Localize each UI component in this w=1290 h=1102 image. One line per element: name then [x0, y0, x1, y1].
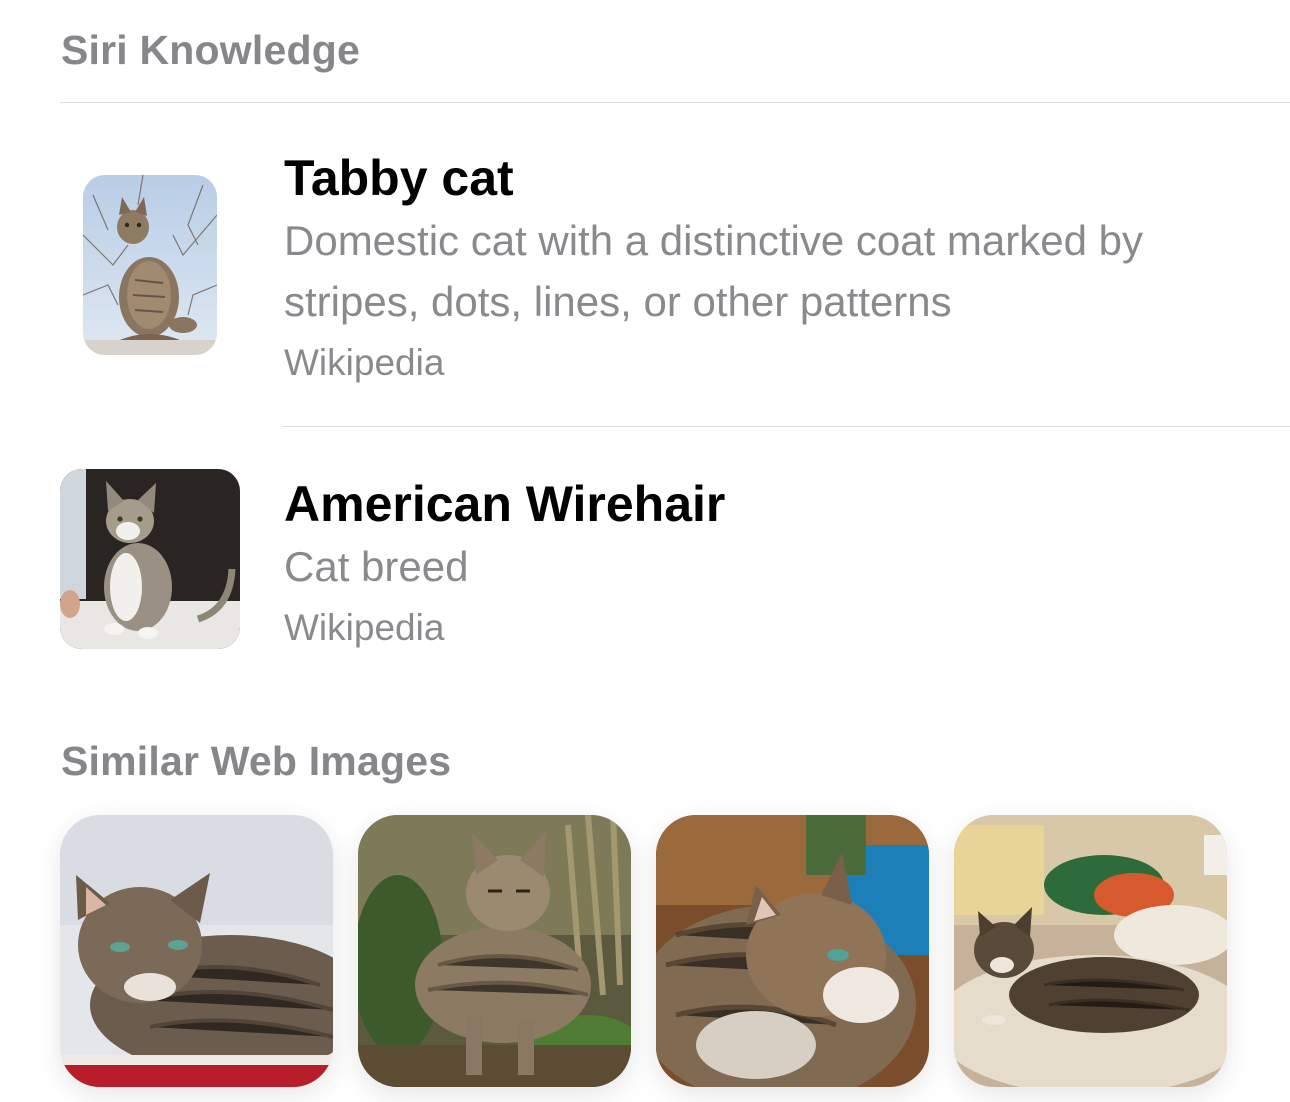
result-description: Domestic cat with a distinctive coat mar… — [284, 217, 1143, 325]
web-image-photo — [656, 815, 929, 1087]
web-image-4[interactable] — [954, 815, 1227, 1087]
american-wirehair-photo — [60, 469, 240, 649]
section-header-similar-web-images: Similar Web Images — [61, 738, 452, 784]
section-header-siri-knowledge: Siri Knowledge — [61, 27, 360, 73]
result-source: Wikipedia — [284, 607, 445, 648]
web-image-photo — [358, 815, 631, 1087]
result-row-american-wirehair[interactable]: American Wirehair Cat breed Wikipedia — [0, 455, 1290, 665]
result-thumbnail — [83, 175, 217, 355]
tabby-cat-photo — [83, 175, 217, 355]
result-title: Tabby cat — [284, 150, 514, 206]
web-image-photo — [954, 815, 1227, 1087]
similar-web-images-strip — [60, 815, 1290, 1087]
web-image-photo — [60, 815, 333, 1087]
visual-lookup-results: Siri Knowledge Tabby cat Domestic cat wi… — [0, 0, 1290, 1102]
result-row-tabby-cat[interactable]: Tabby cat Domestic cat with a distinctiv… — [0, 130, 1290, 420]
result-description: Cat breed — [284, 543, 469, 590]
web-image-1[interactable] — [60, 815, 333, 1087]
divider — [60, 102, 1290, 103]
web-image-2[interactable] — [358, 815, 631, 1087]
divider — [283, 426, 1290, 427]
web-image-3[interactable] — [656, 815, 929, 1087]
result-title: American Wirehair — [284, 476, 726, 532]
result-thumbnail — [60, 469, 240, 649]
result-source: Wikipedia — [284, 342, 445, 383]
